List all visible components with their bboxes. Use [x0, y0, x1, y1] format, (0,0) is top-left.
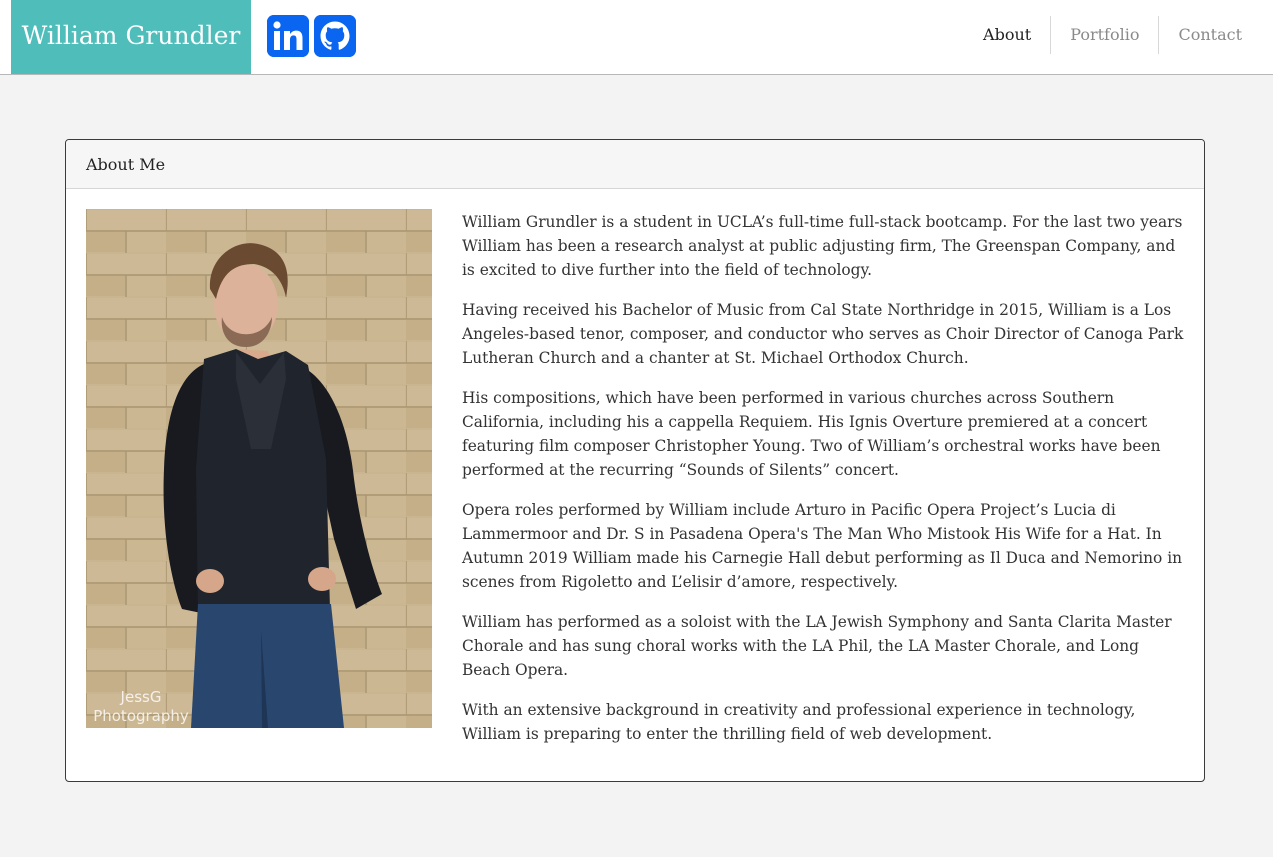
photo-watermark: JessG Photography	[86, 688, 196, 726]
bio-paragraph: Having received his Bachelor of Music fr…	[462, 301, 1184, 367]
top-navbar: William Grundler About Portfolio Contact	[0, 0, 1273, 75]
watermark-line: Photography	[93, 707, 189, 725]
bio-paragraph: Opera roles performed by William include…	[462, 501, 1183, 591]
watermark-line: JessG	[120, 688, 162, 706]
github-link[interactable]	[314, 15, 356, 57]
nav-link-portfolio[interactable]: Portfolio	[1050, 16, 1158, 54]
about-card: About Me JessG Photography William Grund…	[65, 139, 1205, 782]
nav-link-about[interactable]: About	[964, 16, 1050, 54]
linkedin-icon	[267, 15, 309, 57]
about-card-title: About Me	[66, 140, 1204, 189]
linkedin-link[interactable]	[267, 15, 309, 57]
nav-link-contact[interactable]: Contact	[1158, 16, 1261, 54]
github-icon	[314, 15, 356, 57]
bio-text: William Grundler is a student in UCLA’s …	[462, 210, 1190, 762]
bio-paragraph: William has performed as a soloist with …	[462, 613, 1172, 679]
bio-paragraph: William Grundler is a student in UCLA’s …	[462, 213, 1183, 279]
profile-photo-image	[86, 209, 432, 728]
brand-link[interactable]: William Grundler	[11, 0, 251, 74]
bio-paragraph: With an extensive background in creativi…	[462, 701, 1136, 743]
nav-links: About Portfolio Contact	[964, 16, 1261, 54]
bio-paragraph: His compositions, which have been perfor…	[462, 389, 1161, 479]
profile-photo: JessG Photography	[86, 209, 432, 728]
